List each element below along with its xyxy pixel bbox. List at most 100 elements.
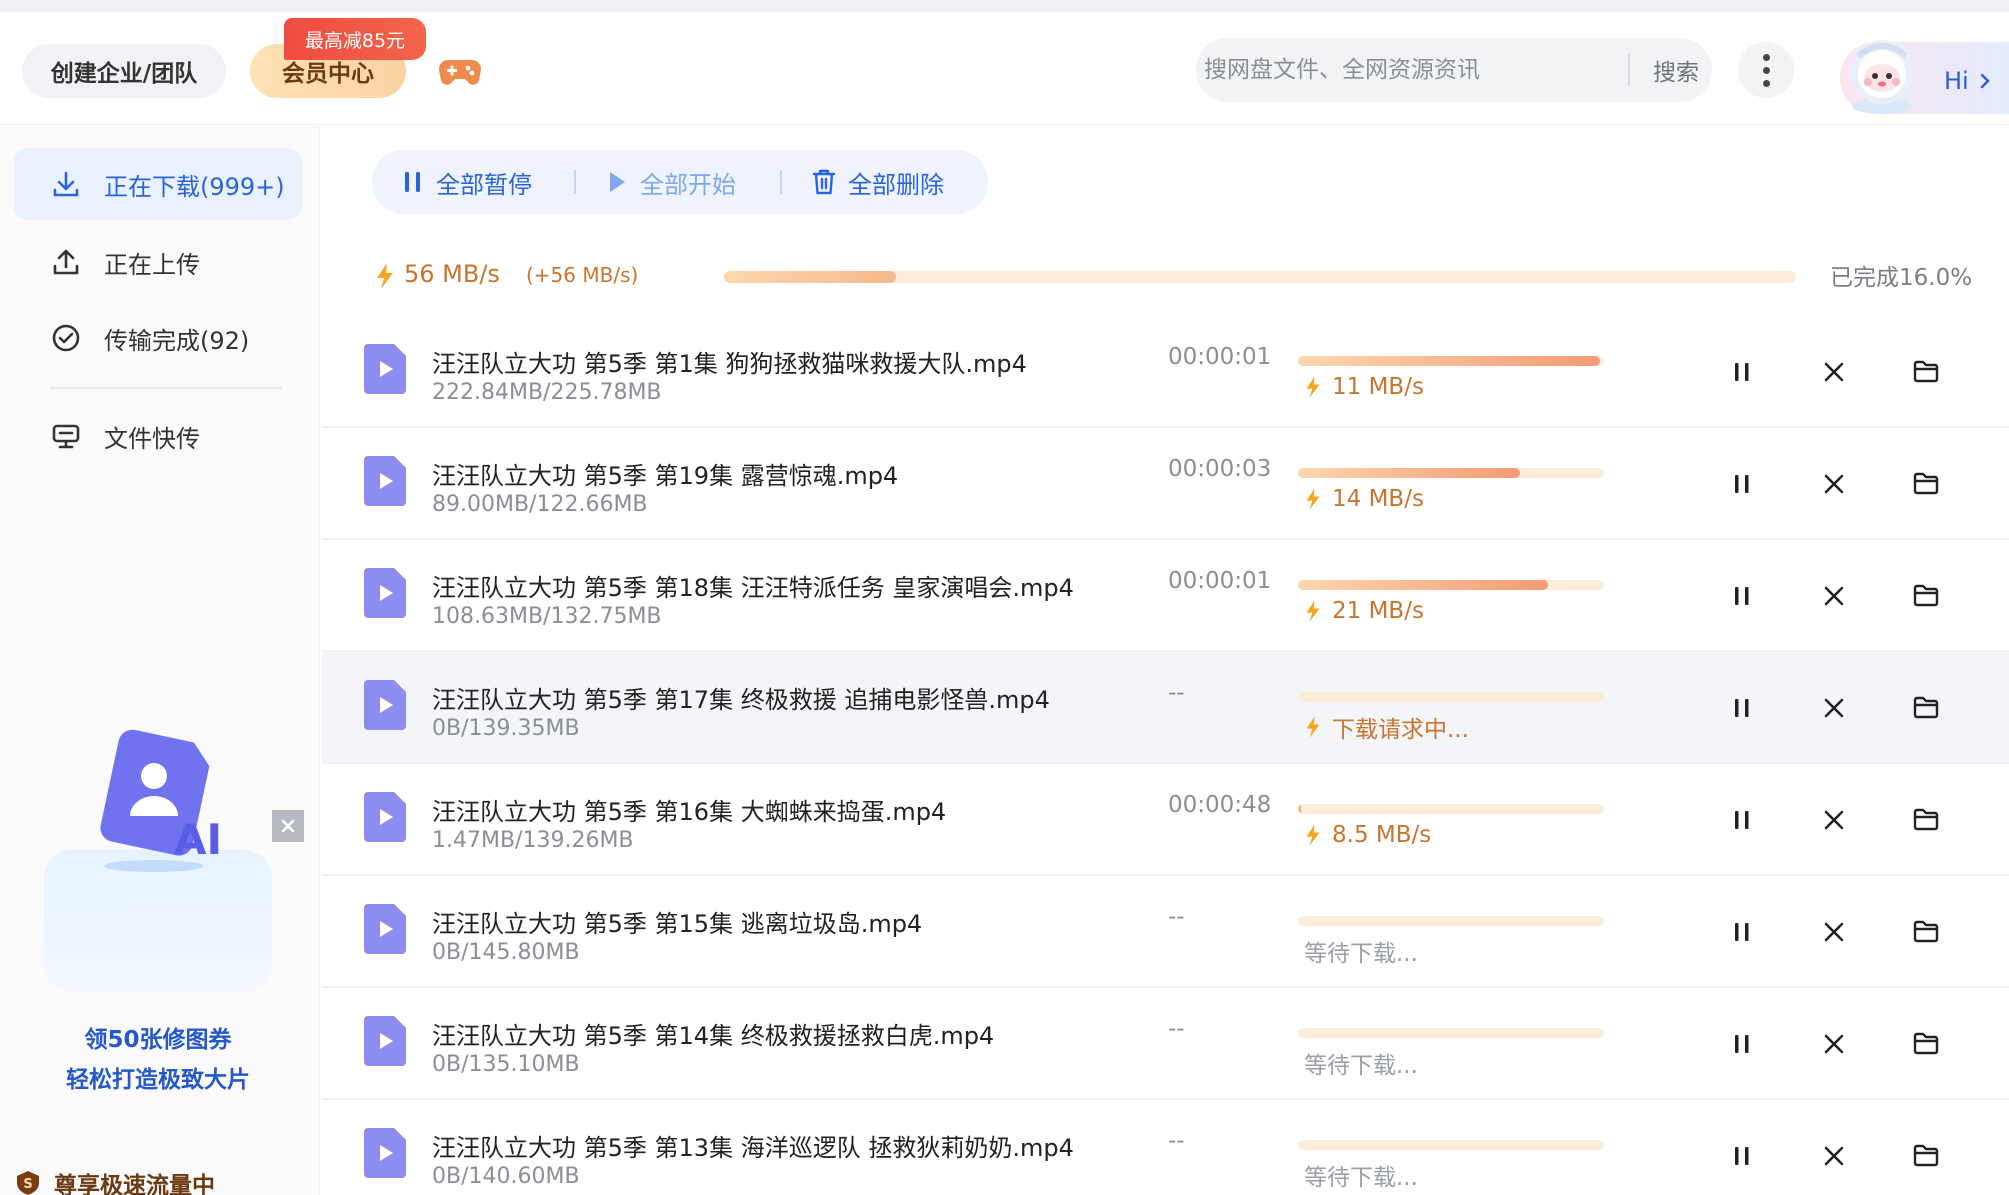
pause-icon xyxy=(1735,363,1749,381)
video-file-icon xyxy=(364,680,406,730)
vip-shield-icon: S xyxy=(17,1171,39,1195)
folder-icon xyxy=(1913,472,1939,495)
file-name: 汪汪队立大功 第5季 第16集 大蜘蛛来捣蛋.mp4 xyxy=(432,798,947,826)
folder-icon xyxy=(1913,808,1939,831)
file-size: 89.00MB/122.66MB xyxy=(432,492,648,517)
sidebar-item-uploading[interactable]: 正在上传 xyxy=(14,226,302,298)
download-row[interactable]: 汪汪队立大功 第5季 第16集 大蜘蛛来捣蛋.mp4 1.47MB/139.26M… xyxy=(322,764,2009,876)
greeting-text[interactable]: Hi xyxy=(1944,67,1969,95)
transfer-status: 等待下载... xyxy=(1304,934,1418,968)
transfer-status: 等待下载... xyxy=(1304,1046,1418,1080)
transfer-status: 下载请求中... xyxy=(1304,710,1469,744)
download-row[interactable]: 汪汪队立大功 第5季 第1集 狗狗拯救猫咪救援大队.mp4 222.84MB/22… xyxy=(322,316,2009,428)
open-folder-button[interactable] xyxy=(1906,912,1946,952)
cancel-button[interactable] xyxy=(1814,800,1854,840)
pause-button[interactable] xyxy=(1722,800,1762,840)
check-circle-icon xyxy=(52,324,80,352)
sidebar-item-completed[interactable]: 传输完成(92) xyxy=(14,302,302,374)
close-icon xyxy=(1824,810,1844,830)
pause-button[interactable] xyxy=(1722,464,1762,504)
close-icon xyxy=(1824,1146,1844,1166)
file-name: 汪汪队立大功 第5季 第19集 露营惊魂.mp4 xyxy=(432,462,899,490)
cancel-button[interactable] xyxy=(1814,688,1854,728)
pause-icon xyxy=(1735,923,1749,941)
pause-button[interactable] xyxy=(1722,576,1762,616)
lightning-icon xyxy=(1306,716,1320,738)
time-remaining: -- xyxy=(1168,904,1185,930)
flow-status-text: 尊享极速流量中 xyxy=(54,1173,215,1195)
pause-button[interactable] xyxy=(1722,352,1762,392)
search-input[interactable] xyxy=(1204,38,1604,102)
cancel-button[interactable] xyxy=(1814,912,1854,952)
download-row[interactable]: 汪汪队立大功 第5季 第13集 海洋巡逻队 拯救狄莉奶奶.mp4 0B/140.6… xyxy=(322,1100,2009,1195)
transfer-status: 11 MB/s xyxy=(1304,374,1424,400)
pause-button[interactable] xyxy=(1722,1136,1762,1176)
pause-button[interactable] xyxy=(1722,688,1762,728)
pause-all-button[interactable]: 全部暂停 xyxy=(402,150,532,214)
time-remaining: -- xyxy=(1168,680,1185,706)
transfer-status: 21 MB/s xyxy=(1304,598,1424,624)
chevron-right-icon xyxy=(1980,73,1990,89)
pause-icon xyxy=(1735,1147,1749,1165)
download-row[interactable]: 汪汪队立大功 第5季 第19集 露营惊魂.mp4 89.00MB/122.66MB… xyxy=(322,428,2009,540)
speed-flow-status[interactable]: S 尊享极速流量中 xyxy=(14,1166,215,1195)
row-progress-fill xyxy=(1298,804,1302,814)
sidebar-item-quick-transfer[interactable]: 文件快传 xyxy=(14,400,302,472)
trash-icon xyxy=(812,169,836,195)
download-row[interactable]: 汪汪队立大功 第5季 第14集 终极救援拯救白虎.mp4 0B/135.10MB -… xyxy=(322,988,2009,1100)
sidebar-item-downloading[interactable]: 正在下载(999+) xyxy=(14,148,302,220)
row-progress-bar xyxy=(1298,356,1604,366)
search-divider xyxy=(1628,54,1630,86)
time-remaining: 00:00:01 xyxy=(1168,568,1272,594)
open-folder-button[interactable] xyxy=(1906,800,1946,840)
pause-icon xyxy=(1735,475,1749,493)
svg-text:S: S xyxy=(23,1177,32,1192)
more-dot-icon xyxy=(1762,53,1770,61)
search-button[interactable]: 搜索 xyxy=(1640,38,1712,102)
more-menu-button[interactable] xyxy=(1738,42,1794,98)
cancel-button[interactable] xyxy=(1814,464,1854,504)
start-all-label: 全部开始 xyxy=(640,170,736,199)
time-remaining: 00:00:03 xyxy=(1168,456,1272,482)
upload-icon xyxy=(53,249,79,275)
transfer-status: 14 MB/s xyxy=(1304,486,1424,512)
lightning-icon xyxy=(1306,824,1320,846)
video-file-icon xyxy=(364,456,406,506)
overall-progress-bar xyxy=(724,271,1796,283)
open-folder-button[interactable] xyxy=(1906,688,1946,728)
download-row[interactable]: 汪汪队立大功 第5季 第15集 逃离垃圾岛.mp4 0B/145.80MB -- 等待… xyxy=(322,876,2009,988)
start-all-button[interactable]: 全部开始 xyxy=(606,150,736,214)
create-team-button[interactable]: 创建企业/团队 xyxy=(22,44,226,98)
open-folder-button[interactable] xyxy=(1906,1024,1946,1064)
ad-close-button[interactable] xyxy=(272,810,304,842)
file-size: 0B/140.60MB xyxy=(432,1164,580,1189)
sidebar-item-label: 传输完成(92) xyxy=(104,326,250,355)
row-progress-bar xyxy=(1298,692,1604,702)
cancel-button[interactable] xyxy=(1814,1024,1854,1064)
lightning-icon xyxy=(1306,600,1320,622)
close-icon xyxy=(1824,474,1844,494)
download-row[interactable]: 汪汪队立大功 第5季 第18集 汪汪特派任务 皇家演唱会.mp4 108.63MB… xyxy=(322,540,2009,652)
video-file-icon xyxy=(364,568,406,618)
row-progress-fill xyxy=(1298,468,1521,478)
lightning-icon xyxy=(1306,488,1320,510)
more-dot-icon xyxy=(1762,66,1770,74)
sidebar-divider xyxy=(50,387,282,389)
delete-all-button[interactable]: 全部删除 xyxy=(812,150,944,214)
open-folder-button[interactable] xyxy=(1906,352,1946,392)
cancel-button[interactable] xyxy=(1814,576,1854,616)
close-icon xyxy=(1824,698,1844,718)
open-folder-button[interactable] xyxy=(1906,576,1946,616)
download-row[interactable]: 汪汪队立大功 第5季 第17集 终极救援 追捕电影怪兽.mp4 0B/139.35… xyxy=(322,652,2009,764)
cancel-button[interactable] xyxy=(1814,1136,1854,1176)
promo-subtitle[interactable]: 轻松打造极致大片 xyxy=(44,1060,272,1094)
pause-button[interactable] xyxy=(1722,1024,1762,1064)
cancel-button[interactable] xyxy=(1814,352,1854,392)
mascot-avatar-icon[interactable] xyxy=(1836,26,1928,118)
gamepad-icon[interactable] xyxy=(438,56,482,88)
video-file-icon xyxy=(364,1128,406,1178)
pause-button[interactable] xyxy=(1722,912,1762,952)
promo-title[interactable]: 领50张修图券 xyxy=(44,1020,272,1054)
open-folder-button[interactable] xyxy=(1906,464,1946,504)
open-folder-button[interactable] xyxy=(1906,1136,1946,1176)
